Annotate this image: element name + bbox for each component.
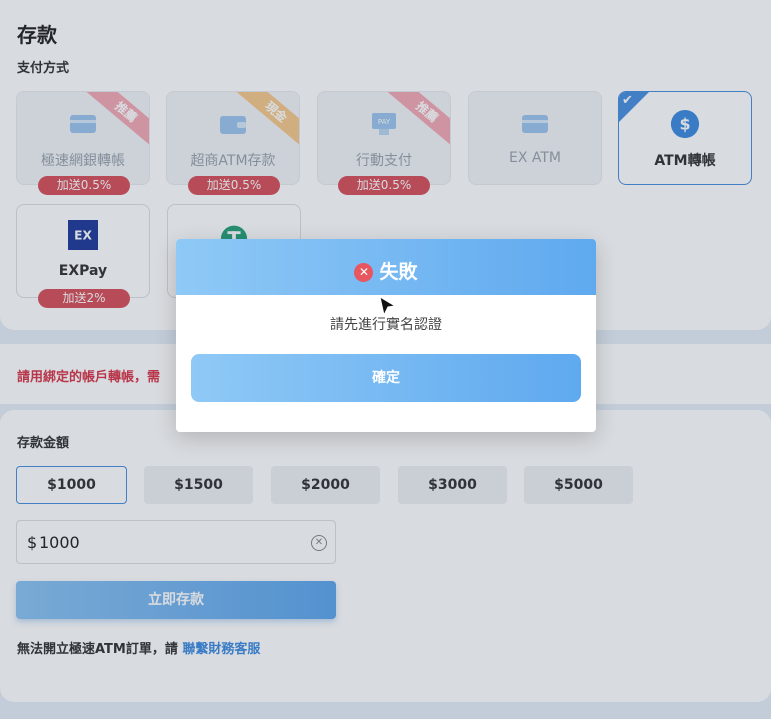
- dialog-title: 失敗: [379, 261, 418, 283]
- dialog-header: ✕ 失敗: [176, 239, 596, 295]
- confirm-button[interactable]: 確定: [191, 354, 581, 402]
- deposit-page: 存款 支付方式 極速網銀轉帳 推薦 加送0.5% 超商ATM存款 現金 加送0.…: [0, 0, 771, 719]
- dialog-title-row: ✕ 失敗: [176, 257, 596, 284]
- error-icon: ✕: [354, 263, 374, 282]
- mouse-cursor-icon: [379, 296, 397, 317]
- failure-dialog: ✕ 失敗 請先進行實名認證 確定: [176, 239, 596, 432]
